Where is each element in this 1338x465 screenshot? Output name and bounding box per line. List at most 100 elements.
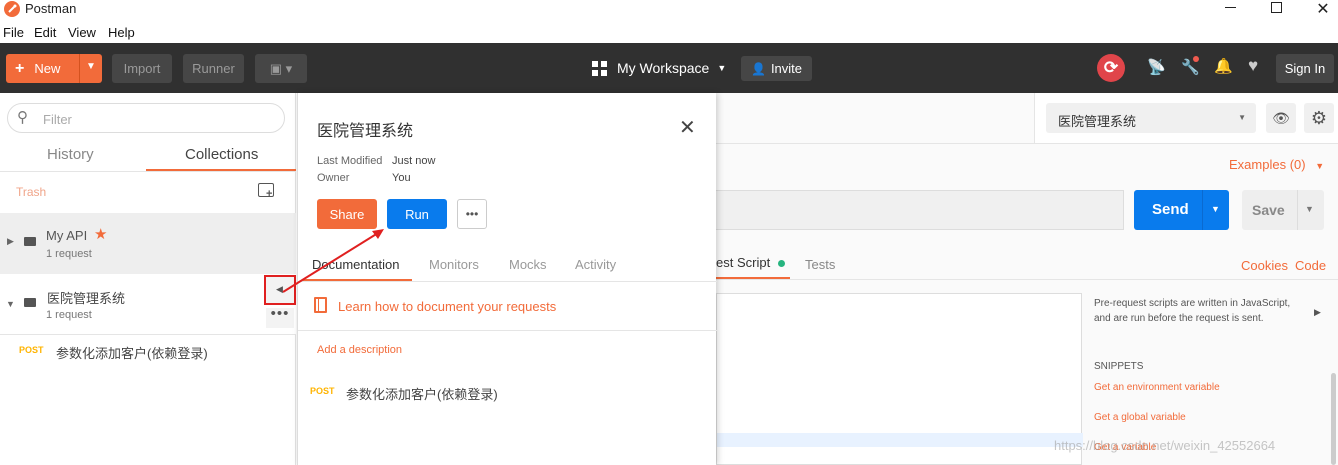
workspace-selector[interactable]: My Workspace ▼	[592, 58, 726, 78]
run-button[interactable]: Run	[387, 199, 447, 229]
invite-button[interactable]: 👤 Invite	[741, 56, 812, 81]
folder-icon	[24, 237, 36, 246]
send-button[interactable]: Send ▼	[1134, 190, 1229, 230]
cookies-link[interactable]: Cookies	[1241, 258, 1288, 273]
menu-bar: File Edit View Help	[0, 22, 1338, 43]
caret-down-icon: ▼	[6, 299, 15, 309]
search-icon: ⚲	[17, 109, 28, 126]
workspace-label: My Workspace	[617, 60, 710, 76]
last-modified-value: Just now	[392, 155, 436, 167]
save-label: Save	[1252, 202, 1285, 218]
new-window-button[interactable]: ▣ ▾	[255, 54, 307, 83]
minimize-button[interactable]	[1216, 0, 1246, 16]
collection-name: My API	[46, 228, 88, 243]
code-link[interactable]: Code	[1295, 258, 1326, 273]
collection-name: 医院管理系统	[47, 291, 126, 306]
snippet-link[interactable]: Get an environment variable	[1094, 382, 1220, 393]
eye-button[interactable]: 👁	[1266, 103, 1296, 133]
invite-label: Invite	[770, 61, 803, 76]
chevron-down-icon: ▼	[1305, 204, 1314, 214]
sign-in-button[interactable]: Sign In	[1276, 54, 1334, 83]
script-editor[interactable]	[716, 293, 1083, 465]
collection-more-button[interactable]: •••	[266, 306, 294, 328]
examples-link[interactable]: Examples (0) ▼	[1229, 157, 1324, 172]
watermark: https://blog.csdn.net/weixin_42552664	[1054, 438, 1276, 453]
close-icon[interactable]: ✕	[679, 115, 696, 140]
tab-tests[interactable]: Tests	[805, 257, 835, 272]
new-window-icon: ▣ ▾	[269, 60, 293, 76]
help-text-line-1: Pre-request scripts are written in JavaS…	[1094, 298, 1291, 309]
new-button-label: New	[34, 61, 61, 76]
caret-right-icon[interactable]: ▶	[1314, 307, 1321, 318]
annotation-arrow	[282, 229, 384, 293]
chevron-down-icon: ▼	[86, 61, 96, 72]
collection-divider	[0, 334, 296, 335]
status-dot-icon	[777, 260, 785, 267]
tab-history[interactable]: History	[47, 146, 94, 163]
collection-item-my-api[interactable]: ▶ My API ★ 1 request	[0, 213, 296, 274]
request-name: 参数化添加客户(依赖登录)	[56, 346, 208, 361]
owner-value: You	[392, 172, 411, 184]
notification-dot-icon	[1193, 56, 1199, 62]
menu-view[interactable]: View	[68, 25, 96, 40]
caret-right-icon: ▶	[7, 236, 14, 246]
tab-collections[interactable]: Collections	[185, 146, 258, 163]
trash-link[interactable]: Trash	[16, 185, 46, 199]
filter-input-wrapper[interactable]: ⚲ Filter	[7, 103, 285, 133]
menu-edit[interactable]: Edit	[34, 25, 56, 40]
star-icon[interactable]: ★	[94, 225, 107, 243]
share-button[interactable]: Share	[317, 199, 377, 229]
runner-button[interactable]: Runner	[183, 54, 244, 83]
sync-icon[interactable]: ⟳	[1097, 54, 1125, 82]
chevron-down-icon: ▼	[1211, 204, 1220, 214]
more-options-button[interactable]: •••	[457, 199, 487, 229]
sidebar: ⚲ Filter History Collections Trash + ▶ M…	[0, 93, 296, 465]
menu-file[interactable]: File	[3, 25, 24, 40]
satellite-icon[interactable]: 📡	[1147, 58, 1166, 76]
snippet-link[interactable]: Get a global variable	[1094, 412, 1186, 423]
environment-select[interactable]: 医院管理系统 ▼	[1046, 103, 1256, 133]
owner-label: Owner	[317, 172, 350, 184]
chevron-down-icon: ▼	[1315, 161, 1325, 171]
new-button[interactable]: + New ▼	[6, 54, 102, 83]
collection-item-hospital[interactable]: ▼ 医院管理系统 1 request	[0, 274, 296, 335]
examples-label: Examples (0)	[1229, 157, 1306, 172]
add-description-link[interactable]: Add a description	[317, 344, 402, 356]
title-bar: Postman ✕	[0, 0, 1338, 22]
bell-icon[interactable]: 🔔	[1214, 57, 1233, 75]
new-collection-icon[interactable]: +	[258, 183, 274, 200]
maximize-button[interactable]	[1262, 0, 1292, 16]
panel-title: 医院管理系统	[317, 123, 414, 140]
snippets-heading: SNIPPETS	[1094, 361, 1144, 372]
panel-request-item[interactable]: POST 参数化添加客户(依赖登录)	[310, 383, 700, 403]
send-label: Send	[1152, 201, 1189, 218]
plus-icon: +	[15, 59, 25, 77]
tab-mocks[interactable]: Mocks	[509, 257, 547, 272]
window-title: Postman	[25, 1, 77, 16]
url-input[interactable]	[716, 190, 1124, 230]
collection-meta: 1 request	[46, 309, 92, 321]
editor-highlight-line	[717, 433, 1083, 447]
collection-meta: 1 request	[46, 248, 92, 260]
close-window-button[interactable]: ✕	[1308, 0, 1338, 18]
tab-monitors[interactable]: Monitors	[429, 257, 479, 272]
scrollbar[interactable]	[1331, 373, 1336, 465]
help-text-line-2: and are run before the request is sent.	[1094, 313, 1264, 324]
import-button[interactable]: Import	[112, 54, 172, 83]
learn-divider	[298, 330, 717, 331]
learn-docs-link[interactable]: Learn how to document your requests	[338, 299, 556, 314]
grid-icon	[592, 60, 607, 76]
method-badge: POST	[19, 345, 44, 355]
environment-label: 医院管理系统	[1058, 114, 1137, 129]
chevron-down-icon: ▼	[717, 63, 727, 73]
save-button[interactable]: Save ▼	[1242, 190, 1324, 230]
request-item[interactable]: POST 参数化添加客户(依赖登录)	[0, 340, 296, 362]
add-user-icon: 👤	[750, 61, 766, 76]
filter-placeholder: Filter	[43, 112, 72, 127]
menu-help[interactable]: Help	[108, 25, 135, 40]
tab-prerequest-label: est Script	[716, 255, 771, 270]
gear-button[interactable]: ⚙	[1304, 103, 1334, 133]
tab-activity[interactable]: Activity	[575, 257, 616, 272]
heart-icon[interactable]: ♥	[1248, 56, 1258, 76]
tabs-divider	[716, 279, 1338, 280]
